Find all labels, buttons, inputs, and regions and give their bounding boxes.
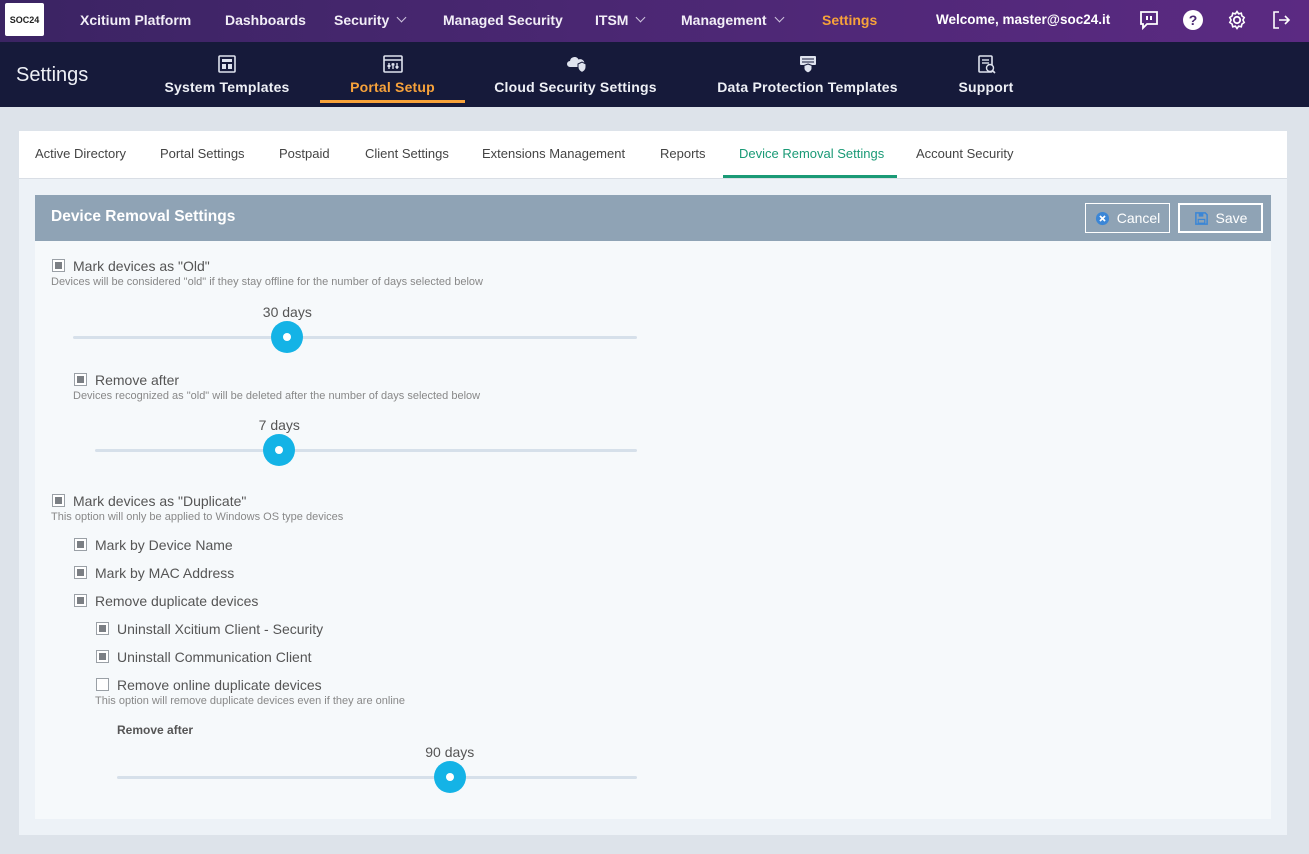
svg-text:?: ?	[1189, 12, 1198, 28]
nav-itsm[interactable]: ITSM	[595, 0, 646, 42]
save-icon	[1194, 211, 1208, 225]
tab-device-removal-settings[interactable]: Device Removal Settings	[739, 131, 884, 178]
subnav-data-protection-templates[interactable]: Data Protection Templates	[715, 42, 900, 107]
cancel-button[interactable]: Cancel	[1085, 203, 1170, 233]
subnav-system-templates[interactable]: System Templates	[160, 42, 294, 107]
welcome-user: Welcome, master@soc24.it	[936, 12, 1111, 27]
tab-account-security[interactable]: Account Security	[916, 131, 1014, 178]
remove-after-hint: Devices recognized as "old" will be dele…	[73, 390, 481, 402]
by-mac-label: Mark by MAC Address	[95, 565, 235, 581]
feedback-icon[interactable]	[1138, 9, 1160, 31]
by-mac-checkbox[interactable]	[74, 566, 87, 579]
active-tab-indicator	[723, 175, 897, 178]
slider-value: 90 days	[425, 744, 475, 760]
chevron-down-icon	[396, 12, 407, 23]
tab-postpaid[interactable]: Postpaid	[279, 131, 330, 178]
slider-track[interactable]	[73, 336, 637, 339]
by-device-name-label: Mark by Device Name	[95, 537, 233, 553]
remove-duplicates-label: Remove duplicate devices	[95, 593, 259, 609]
duplicate-remove-after-label: Remove after	[117, 723, 194, 737]
uninstall-security-label: Uninstall Xcitium Client - Security	[117, 621, 324, 637]
tab-reports[interactable]: Reports	[660, 131, 706, 178]
mark-old-label: Mark devices as "Old"	[73, 258, 210, 274]
chevron-down-icon	[636, 12, 646, 23]
remove-duplicates-checkbox[interactable]	[74, 594, 87, 607]
active-subnav-indicator	[320, 100, 465, 103]
remove-online-hint: This option will remove duplicate device…	[95, 695, 405, 707]
slider-handle[interactable]	[263, 434, 296, 466]
portal-setup-panel: Active Directory Portal Settings Postpai…	[19, 131, 1287, 835]
remove-online-checkbox[interactable]	[96, 678, 109, 691]
mark-duplicate-checkbox[interactable]	[52, 494, 65, 507]
by-device-name-checkbox[interactable]	[74, 538, 87, 551]
subnav-portal-setup[interactable]: Portal Setup	[320, 42, 465, 107]
uninstall-comm-label: Uninstall Communication Client	[117, 649, 312, 665]
uninstall-security-checkbox[interactable]	[96, 622, 109, 635]
nav-xcitium-platform[interactable]: Xcitium Platform	[80, 0, 191, 42]
soc24-logo[interactable]: SOC24	[5, 3, 44, 36]
help-icon[interactable]: ?	[1182, 9, 1204, 31]
cloud-security-icon	[566, 57, 586, 74]
mark-old-checkbox[interactable]	[52, 259, 65, 272]
chevron-down-icon	[774, 12, 785, 23]
nav-managed-security[interactable]: Managed Security	[443, 0, 563, 42]
nav-dashboards[interactable]: Dashboards	[225, 0, 306, 42]
save-button[interactable]: Save	[1178, 203, 1263, 233]
templates-icon	[218, 55, 236, 73]
remove-online-label: Remove online duplicate devices	[117, 677, 322, 693]
mark-old-hint: Devices will be considered "old" if they…	[51, 276, 483, 288]
slider-track[interactable]	[117, 776, 637, 779]
top-navigation-bar: SOC24 Xcitium Platform Dashboards Securi…	[0, 0, 1309, 42]
nav-management[interactable]: Management	[681, 0, 785, 42]
card-title: Device Removal Settings	[51, 208, 236, 225]
uninstall-comm-checkbox[interactable]	[96, 650, 109, 663]
support-icon	[978, 55, 996, 74]
page-title: Settings	[16, 64, 89, 86]
nav-security[interactable]: Security	[334, 0, 407, 42]
tab-client-settings[interactable]: Client Settings	[365, 131, 449, 178]
subnav-support[interactable]: Support	[954, 42, 1018, 107]
cancel-icon	[1095, 211, 1109, 225]
subnav-cloud-security-settings[interactable]: Cloud Security Settings	[494, 42, 657, 107]
portal-setup-icon	[382, 55, 403, 73]
data-protection-icon	[799, 56, 816, 74]
settings-tabs: Active Directory Portal Settings Postpai…	[19, 131, 1287, 179]
remove-after-checkbox[interactable]	[74, 373, 87, 386]
settings-subnav: Settings System Templates Portal Setup C…	[0, 42, 1309, 107]
slider-track[interactable]	[95, 449, 637, 452]
slider-value: 7 days	[258, 417, 300, 433]
card-header: Device Removal Settings Cancel Save	[35, 195, 1271, 241]
remove-after-label: Remove after	[95, 372, 180, 388]
slider-value: 30 days	[262, 304, 312, 320]
mark-duplicate-label: Mark devices as "Duplicate"	[73, 493, 247, 509]
gear-icon[interactable]	[1226, 9, 1248, 31]
slider-handle[interactable]	[433, 761, 466, 793]
nav-settings[interactable]: Settings	[822, 0, 877, 42]
logout-icon[interactable]	[1270, 9, 1292, 31]
slider-handle[interactable]	[271, 321, 304, 353]
tab-active-directory[interactable]: Active Directory	[35, 131, 126, 178]
mark-duplicate-hint: This option will only be applied to Wind…	[51, 511, 344, 523]
tab-extensions-management[interactable]: Extensions Management	[482, 131, 625, 178]
tab-portal-settings[interactable]: Portal Settings	[160, 131, 245, 178]
